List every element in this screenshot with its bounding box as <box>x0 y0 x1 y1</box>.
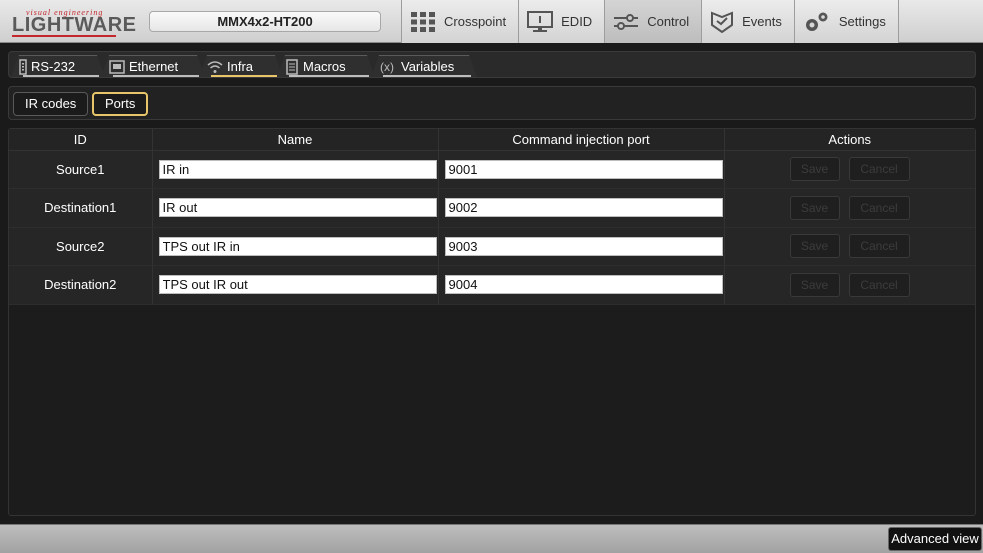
events-icon <box>711 11 734 33</box>
nav-edid-label: EDID <box>561 14 593 29</box>
save-button[interactable]: Save <box>789 234 840 259</box>
tab-ethernet-label: Ethernet <box>129 59 179 74</box>
grid-icon <box>411 11 435 32</box>
tab-infra[interactable]: Infra <box>199 55 283 77</box>
row-id: Source2 <box>9 227 153 266</box>
column-header-name: Name <box>152 129 439 151</box>
save-button[interactable]: Save <box>789 272 840 297</box>
save-button[interactable]: Save <box>789 157 840 182</box>
lightware-logo: visual engineering LIGHTWARE <box>12 8 136 37</box>
device-name-label[interactable]: MMX4x2-HT200 <box>149 11 381 32</box>
ethernet-icon <box>109 60 125 74</box>
table-header-row: ID Name Command injection port Actions <box>9 129 975 151</box>
nav-control-label: Control <box>647 14 690 29</box>
column-header-port: Command injection port <box>438 129 725 151</box>
nav-edid[interactable]: EDID <box>518 0 605 43</box>
column-header-actions: Actions <box>724 129 975 151</box>
name-input[interactable] <box>158 159 437 179</box>
ports-table: ID Name Command injection port Actions S… <box>9 129 975 305</box>
variable-icon: (x) <box>379 59 397 75</box>
infrared-icon <box>207 60 223 74</box>
document-icon <box>285 59 299 75</box>
ports-table-panel: ID Name Command injection port Actions S… <box>8 128 976 516</box>
port-input[interactable] <box>444 236 723 256</box>
tab-infra-label: Infra <box>227 59 254 74</box>
logo-wordmark: LIGHTWARE <box>12 14 137 36</box>
table-row: Source2 Save Cancel <box>9 227 975 266</box>
top-header: visual engineering LIGHTWARE MMX4x2-HT20… <box>0 0 983 43</box>
tab-ethernet[interactable]: Ethernet <box>101 55 205 77</box>
name-input[interactable] <box>158 275 437 295</box>
ir-codes-button[interactable]: IR codes <box>13 92 89 116</box>
cancel-button[interactable]: Cancel <box>848 272 910 297</box>
cancel-button[interactable]: Cancel <box>848 195 910 220</box>
logo-underline <box>12 35 116 37</box>
tab-rs232[interactable]: RS-232 <box>11 55 105 77</box>
sliders-icon <box>614 13 639 30</box>
infra-subtab-bar: IR codes Ports <box>8 86 976 120</box>
tab-rs232-label: RS-232 <box>31 59 76 74</box>
svg-text:(x): (x) <box>380 60 394 74</box>
nav-control[interactable]: Control <box>604 0 702 43</box>
control-tab-bar: RS-232 Ethernet Infra Macros (x) Variabl… <box>8 51 976 78</box>
nav-settings[interactable]: Settings <box>793 0 899 43</box>
port-input[interactable] <box>444 198 723 218</box>
main-nav: Crosspoint EDID Control Events Settings <box>401 0 899 43</box>
nav-crosspoint-label: Crosspoint <box>444 14 507 29</box>
serial-icon <box>19 59 27 75</box>
column-header-id: ID <box>9 129 153 151</box>
tab-macros[interactable]: Macros <box>277 55 375 77</box>
gear-icon <box>805 12 828 31</box>
name-input[interactable] <box>158 198 437 218</box>
row-id: Destination1 <box>9 188 153 228</box>
row-id: Source1 <box>9 150 153 189</box>
nav-settings-label: Settings <box>838 14 886 29</box>
table-row: Source1 Save Cancel <box>9 150 975 189</box>
cancel-button[interactable]: Cancel <box>848 157 910 182</box>
row-id: Destination2 <box>9 265 153 305</box>
save-button[interactable]: Save <box>789 195 840 220</box>
nav-crosspoint[interactable]: Crosspoint <box>401 0 519 43</box>
port-input[interactable] <box>444 275 723 295</box>
name-input[interactable] <box>158 236 437 256</box>
ports-button[interactable]: Ports <box>92 92 149 116</box>
tab-macros-label: Macros <box>303 59 346 74</box>
nav-events-label: Events <box>742 14 782 29</box>
monitor-icon <box>527 10 554 32</box>
table-row: Destination1 Save Cancel <box>9 188 975 228</box>
table-row: Destination2 Save Cancel <box>9 265 975 305</box>
tab-variables[interactable]: (x) Variables <box>371 55 477 77</box>
advanced-view-button[interactable]: Advanced view <box>888 527 982 551</box>
nav-events[interactable]: Events <box>701 0 794 43</box>
footer-bar: Advanced view <box>0 524 983 553</box>
tab-variables-label: Variables <box>401 59 455 74</box>
port-input[interactable] <box>444 159 723 179</box>
cancel-button[interactable]: Cancel <box>848 234 910 259</box>
